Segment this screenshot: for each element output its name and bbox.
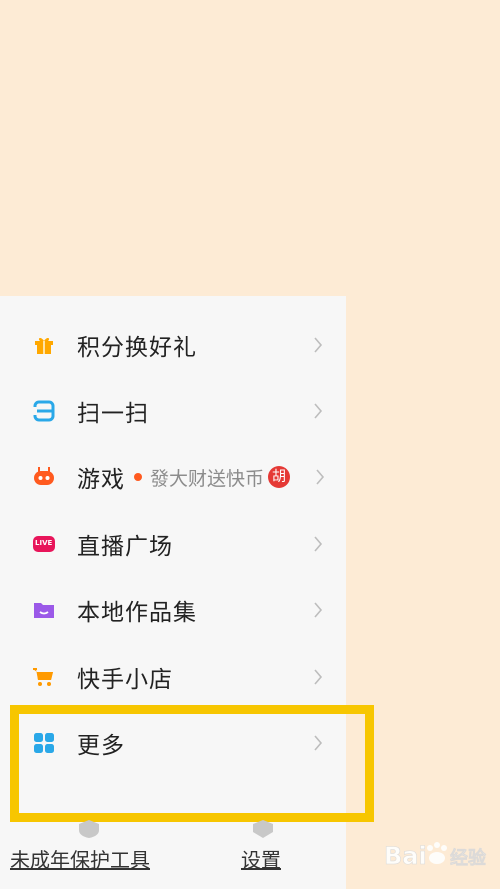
menu-item-label: 直播广场: [77, 534, 173, 560]
menu-item-shop[interactable]: 快手小店: [0, 647, 346, 707]
menu-item-label: 本地作品集: [77, 600, 197, 626]
chevron-right-icon: [312, 667, 324, 687]
chevron-right-icon: [312, 600, 324, 620]
baidu-jingyan-watermark: Bai 经验: [382, 832, 492, 876]
shopping-cart-icon: [32, 665, 56, 689]
svg-text:Bai: Bai: [384, 842, 427, 870]
menu-item-local-works[interactable]: 本地作品集: [0, 580, 346, 640]
gift-icon: [32, 333, 56, 357]
live-badge-text: LIVE: [35, 539, 53, 547]
menu-item-label: 扫一扫: [77, 401, 149, 427]
menu-item-scan[interactable]: 扫一扫: [0, 381, 346, 441]
menu-item-live-plaza[interactable]: LIVE 直播广场: [0, 514, 346, 574]
promo-avatar: 胡: [268, 466, 291, 488]
game-promo-text: 發大财送快币: [150, 467, 265, 490]
game-promo: 發大财送快币 胡: [134, 464, 291, 491]
chevron-right-icon: [312, 534, 324, 554]
menu-item-label: 积分换好礼: [77, 335, 197, 361]
live-badge-icon: LIVE: [32, 532, 56, 556]
scan-icon: [32, 399, 56, 423]
menu-item-games[interactable]: 游戏 發大财送快币 胡: [0, 447, 346, 507]
chevron-right-icon: [312, 401, 324, 421]
chevron-right-icon: [312, 335, 324, 355]
settings-link[interactable]: 设置: [241, 844, 281, 873]
svg-text:经验: 经验: [450, 847, 487, 869]
notification-dot: [134, 473, 142, 481]
game-controller-icon: [32, 465, 56, 489]
minor-protection-tool-link[interactable]: 未成年保护工具: [10, 844, 150, 873]
gear-icon: [250, 818, 276, 838]
shield-icon: [76, 818, 102, 838]
folder-icon: [32, 598, 56, 622]
highlight-annotation-box: [10, 705, 374, 822]
chevron-right-icon: [314, 467, 326, 487]
menu-item-label: 游戏: [77, 467, 125, 493]
menu-item-rewards[interactable]: 积分换好礼: [0, 315, 346, 375]
menu-item-label: 快手小店: [77, 667, 173, 693]
